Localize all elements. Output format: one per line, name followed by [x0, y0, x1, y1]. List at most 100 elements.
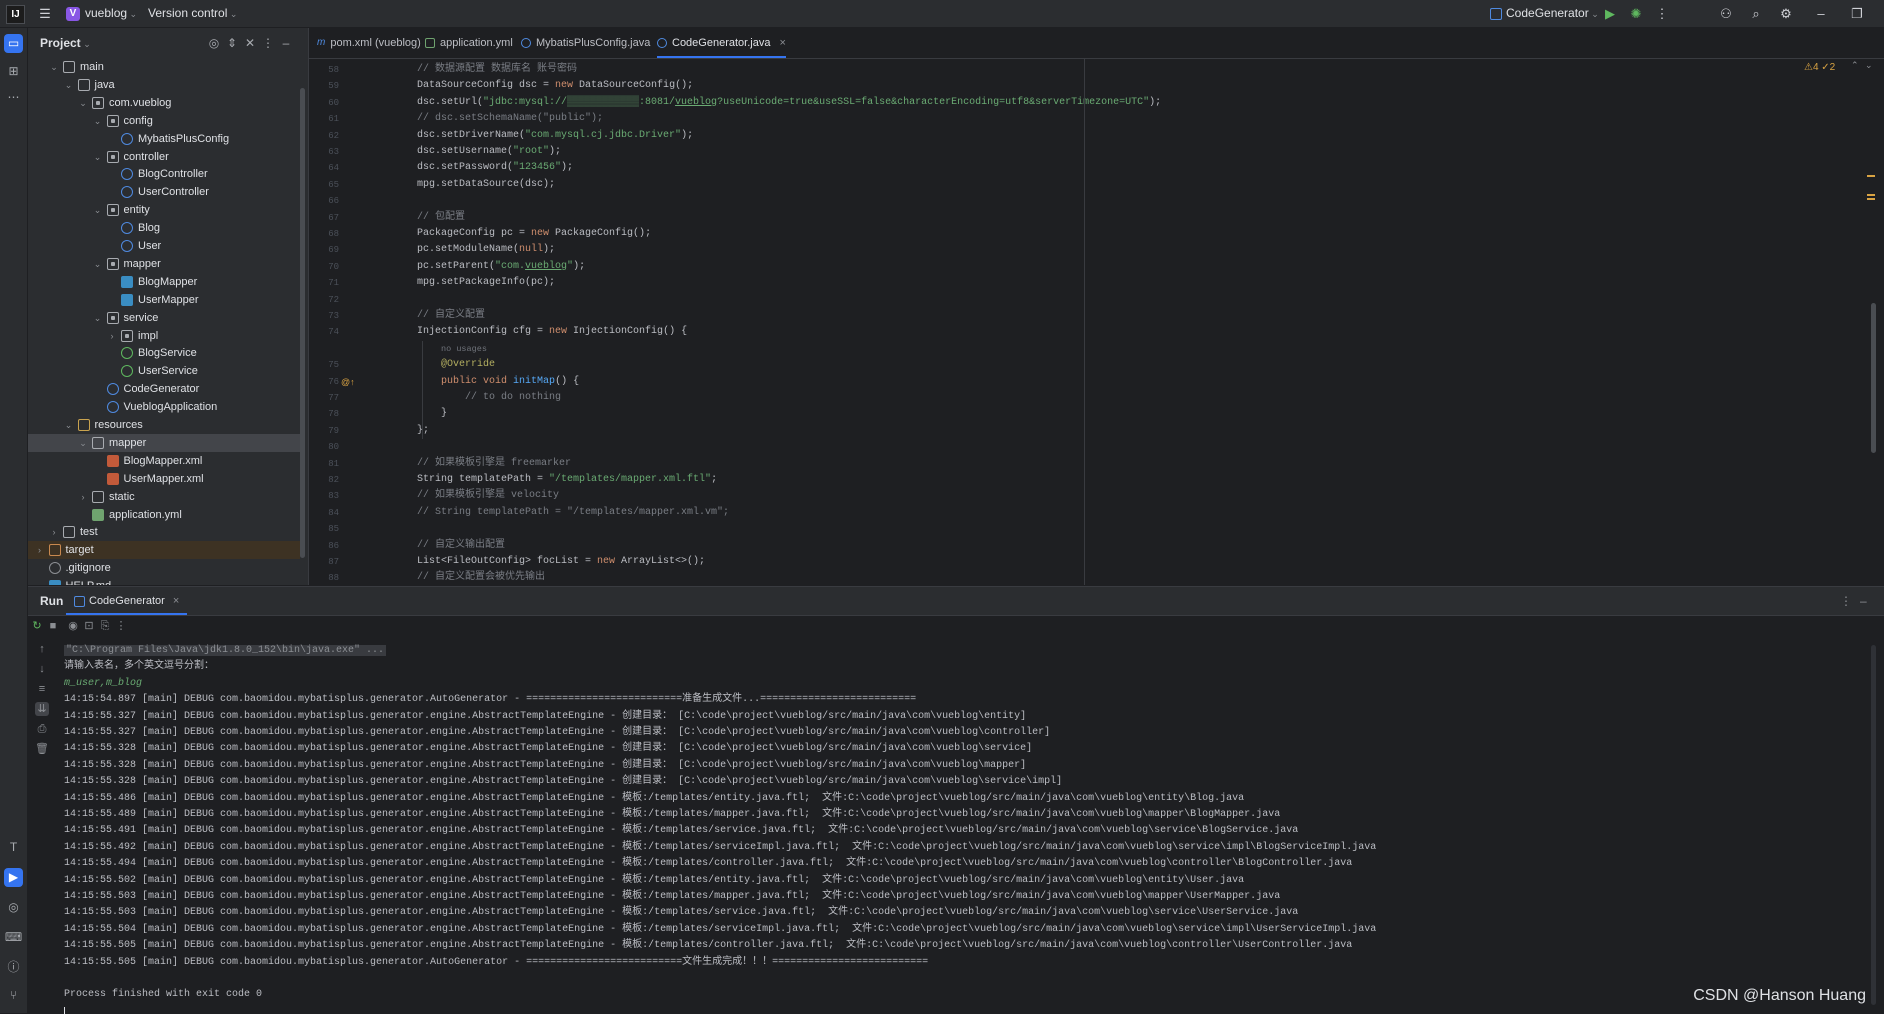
services-tool-icon[interactable]: ◎ [4, 898, 23, 917]
chevron-down-icon[interactable]: ⌄ [93, 201, 103, 219]
code-line[interactable]: mpg.setPackageInfo(pc); [417, 275, 555, 291]
collapse-all-icon[interactable]: ✕ [242, 28, 258, 58]
code-line[interactable]: // 包配置 [417, 210, 465, 226]
tree-item[interactable]: UserService [28, 362, 300, 380]
tree-item[interactable]: ⌄ entity [28, 201, 300, 219]
code-line[interactable]: String templatePath = "/templates/mapper… [417, 472, 717, 488]
search-icon[interactable]: ⌕ [1743, 0, 1769, 27]
problems-tool-icon[interactable]: ⓘ [4, 958, 23, 977]
code-line[interactable]: // 如果模板引擎是 velocity [417, 488, 559, 504]
tree-item[interactable]: › impl [28, 327, 300, 345]
code-line[interactable]: DataSourceConfig dsc = new DataSourceCon… [417, 78, 693, 94]
chevron-right-icon[interactable]: › [78, 488, 88, 506]
run-icon[interactable]: ▶ [1597, 0, 1623, 27]
code-line[interactable]: // to do nothing [417, 390, 561, 406]
expand-down-icon[interactable]: ⌄ [1865, 60, 1873, 71]
tree-scrollbar[interactable] [300, 88, 305, 558]
tree-item[interactable]: ⌄ controller [28, 148, 300, 166]
stop-icon[interactable]: ■ [46, 619, 60, 633]
chevron-right-icon[interactable]: › [107, 327, 117, 345]
code-line[interactable]: public void initMap() { [417, 374, 579, 390]
chevron-down-icon[interactable]: ⌄ [93, 148, 103, 166]
console-scrollbar[interactable] [1871, 645, 1876, 1005]
tree-item[interactable]: MybatisPlusConfig [28, 130, 300, 148]
soft-wrap-icon[interactable]: ≡ [35, 682, 49, 696]
code-line[interactable]: dsc.setDriverName("com.mysql.cj.jdbc.Dri… [417, 128, 693, 144]
chevron-right-icon[interactable]: › [49, 523, 59, 541]
code-line[interactable]: mpg.setDataSource(dsc); [417, 177, 555, 193]
chevron-down-icon[interactable]: ⌄ [93, 112, 103, 130]
tree-item[interactable]: ⌄ resources [28, 416, 300, 434]
trash-icon[interactable]: 🗑 [35, 742, 49, 756]
rerun-icon[interactable]: ↻ [30, 619, 44, 633]
code-line[interactable]: PackageConfig pc = new PackageConfig(); [417, 226, 651, 242]
structure-tool-icon[interactable]: ⊞ [4, 62, 23, 81]
main-menu-icon[interactable]: ☰ [32, 0, 58, 27]
tree-item[interactable]: › target [28, 541, 300, 560]
editor-tab[interactable]: application.yml [425, 28, 513, 58]
code-line[interactable]: pc.setParent("com.vueblog"); [417, 259, 585, 275]
tree-item[interactable]: BlogService [28, 344, 300, 362]
editor-scrollbar[interactable] [1871, 303, 1876, 453]
chevron-down-icon[interactable]: ⌄ [78, 94, 88, 112]
options-icon[interactable]: ⋮ [260, 28, 276, 58]
run-config-selector[interactable]: CodeGenerator ⌄ [1490, 0, 1599, 27]
project-tool-icon[interactable]: ▭ [4, 34, 23, 53]
chevron-right-icon[interactable]: › [35, 541, 45, 559]
close-icon[interactable]: × [173, 595, 179, 607]
terminal-tool-icon[interactable]: ⌨ [4, 928, 23, 947]
tree-item[interactable]: ⌄ main [28, 58, 300, 76]
tree-item[interactable]: User [28, 237, 300, 255]
tree-item[interactable]: › static [28, 488, 300, 506]
chevron-down-icon[interactable]: ⌄ [93, 255, 103, 273]
run-tool-icon[interactable]: ▶ [4, 868, 23, 887]
code-line[interactable]: dsc.setUsername("root"); [417, 144, 561, 160]
export-icon[interactable]: ⎘ [98, 619, 112, 633]
code-line[interactable]: // 数据源配置 数据库名 账号密码 [417, 62, 577, 78]
git-tool-icon[interactable]: ⑂ [4, 986, 23, 1005]
editor-tab[interactable]: MybatisPlusConfig.java [521, 28, 650, 58]
camera-icon[interactable]: ◉ [66, 619, 80, 633]
tree-item[interactable]: BlogMapper [28, 273, 300, 291]
tree-item[interactable]: ⌄ mapper [28, 255, 300, 273]
options-icon[interactable]: ⋮ [1840, 587, 1852, 615]
more-icon[interactable]: ⋮ [1649, 0, 1675, 27]
layout-icon[interactable]: ⊡ [82, 619, 96, 633]
tree-item[interactable]: ⌄ service [28, 309, 300, 327]
tree-item[interactable]: BlogMapper.xml [28, 452, 300, 470]
build-tool-icon[interactable]: T [4, 838, 23, 857]
tree-item[interactable]: HELP.md [28, 577, 300, 585]
chevron-down-icon[interactable]: ⌄ [49, 58, 59, 76]
project-switcher[interactable]: Vvueblog ⌄ [66, 0, 137, 27]
expand-up-icon[interactable]: ⌃ [1851, 60, 1859, 71]
tree-item[interactable]: Blog [28, 219, 300, 237]
code-line[interactable]: }; [417, 423, 429, 439]
gear-icon[interactable]: ⚙ [1773, 0, 1799, 27]
tree-item[interactable]: CodeGenerator [28, 380, 300, 398]
chevron-down-icon[interactable]: ⌄ [64, 76, 74, 94]
code-line[interactable]: dsc.setPassword("123456"); [417, 160, 573, 176]
restore-icon[interactable]: ❐ [1844, 0, 1870, 27]
code-line[interactable]: // 如果模板引擎是 freemarker [417, 456, 571, 472]
tree-item[interactable]: BlogController [28, 165, 300, 183]
tree-item[interactable]: UserController [28, 183, 300, 201]
code-line[interactable]: @Override [417, 357, 495, 373]
debug-icon[interactable]: ✺ [1623, 0, 1649, 27]
minimize-icon[interactable]: – [1808, 0, 1834, 27]
more-tools-icon[interactable]: ⋯ [4, 88, 23, 107]
code-line[interactable]: List<FileOutConfig> focList = new ArrayL… [417, 554, 705, 570]
tree-item[interactable]: ⌄ java [28, 76, 300, 94]
code-line[interactable]: // 自定义输出配置 [417, 538, 505, 554]
tree-item[interactable]: › test [28, 523, 300, 541]
editor-tab[interactable]: CodeGenerator.java × [657, 28, 786, 58]
code-line[interactable]: InjectionConfig cfg = new InjectionConfi… [417, 324, 687, 340]
arrow-up-icon[interactable]: ↑ [35, 642, 49, 656]
tree-item[interactable]: ⌄ com.vueblog [28, 94, 300, 112]
add-user-icon[interactable]: ⚇ [1713, 0, 1739, 27]
close-icon[interactable]: × [776, 37, 786, 49]
scroll-to-end-icon[interactable]: ⇊ [35, 702, 49, 716]
hide-panel-icon[interactable]: – [278, 28, 294, 58]
run-config-tab[interactable]: CodeGenerator × [66, 587, 188, 615]
tree-item[interactable]: ⌄ mapper [28, 433, 300, 452]
code-line[interactable]: dsc.setUrl("jdbc:mysql://▒▒▒▒▒▒▒▒▒▒▒▒:80… [417, 95, 1161, 111]
